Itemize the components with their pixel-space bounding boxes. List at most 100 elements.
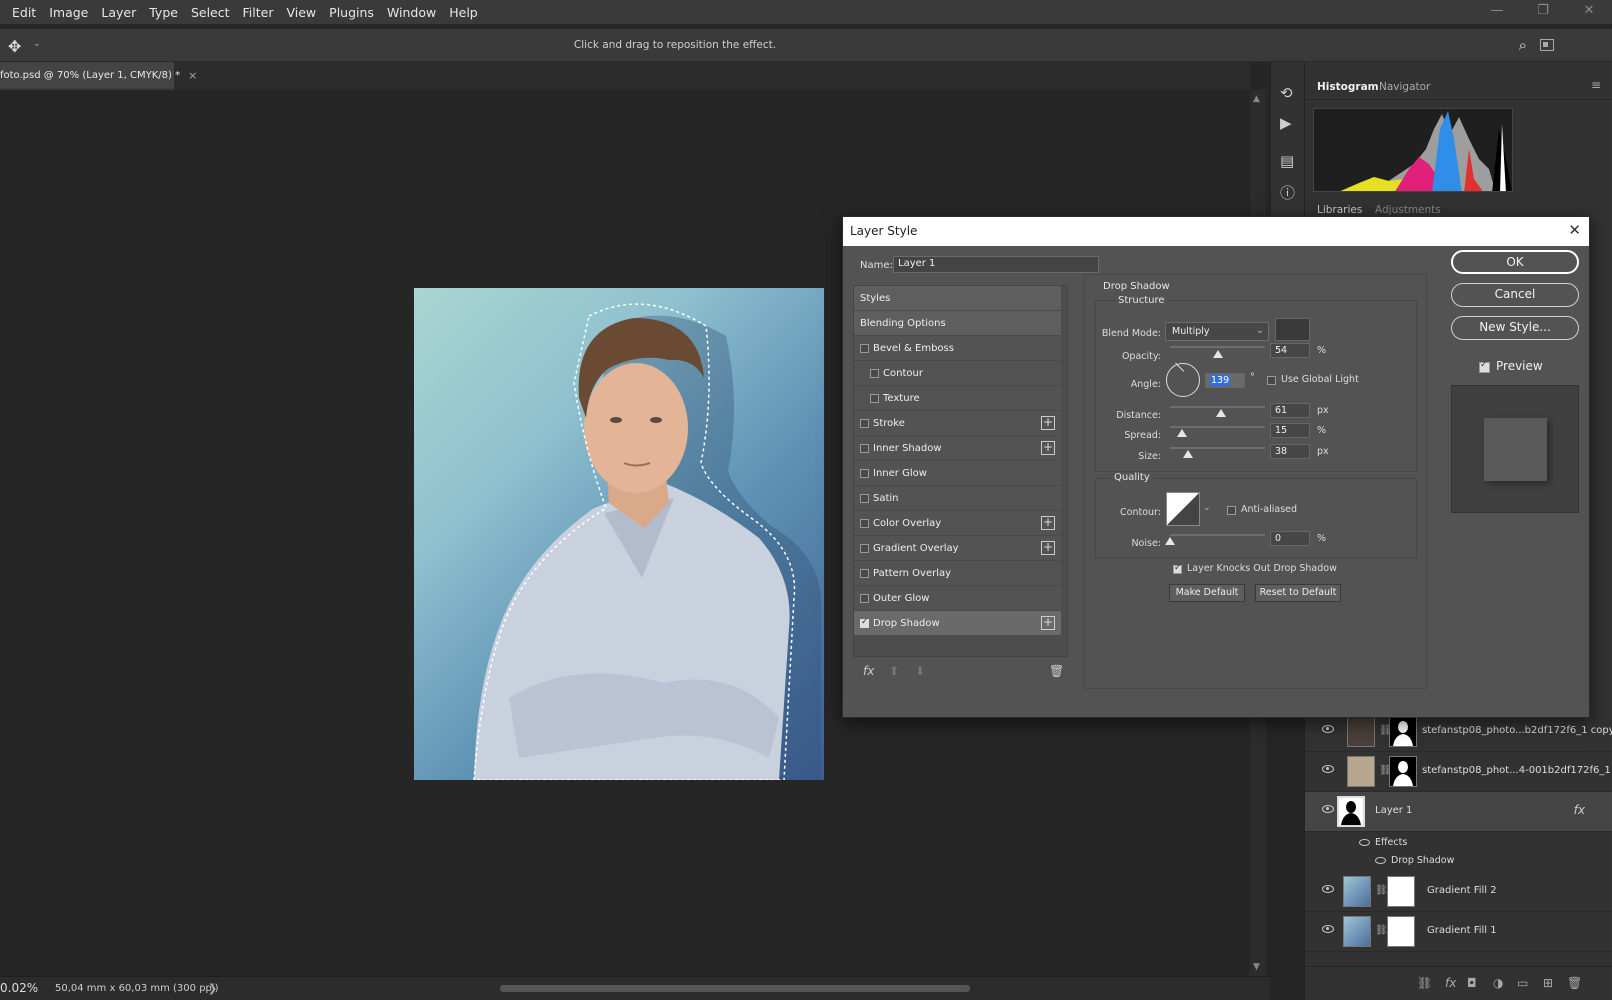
cancel-button[interactable]: Cancel xyxy=(1451,283,1579,307)
trash-icon[interactable]: 🗑 xyxy=(1049,664,1064,678)
style-item-outer-glow[interactable]: Outer Glow xyxy=(854,586,1061,611)
style-item-styles[interactable]: Styles xyxy=(854,286,1061,311)
reset-to-default-button[interactable]: Reset to Default xyxy=(1255,584,1341,602)
layer-row[interactable]: ⛓ stefanstp08_phot...4-001b2df172f6_1 xyxy=(1305,752,1612,792)
distance-field[interactable]: 61 xyxy=(1270,403,1310,418)
link-icon[interactable]: ⛓ xyxy=(1375,885,1388,896)
menu-view[interactable]: View xyxy=(286,5,316,20)
info-icon[interactable]: ⓘ xyxy=(1280,182,1295,203)
scroll-down-icon[interactable]: ▼ xyxy=(1253,962,1260,972)
ok-button[interactable]: OK xyxy=(1451,250,1579,274)
checkbox[interactable] xyxy=(860,519,869,528)
panel-menu-icon[interactable]: ≡ xyxy=(1591,78,1601,92)
menu-type[interactable]: Type xyxy=(149,5,178,20)
close-tab-icon[interactable]: × xyxy=(188,69,197,82)
layer-comps-icon[interactable]: ▤ xyxy=(1280,152,1294,170)
horizontal-scrollbar-thumb[interactable] xyxy=(500,985,970,992)
close-window-button[interactable]: ✕ xyxy=(1566,0,1612,24)
restore-button[interactable]: ❐ xyxy=(1520,0,1566,24)
layer-mask-thumbnail[interactable] xyxy=(1387,916,1415,947)
checkbox[interactable] xyxy=(860,569,869,578)
checkbox[interactable] xyxy=(870,369,879,378)
noise-slider-thumb[interactable] xyxy=(1165,537,1175,545)
angle-field[interactable]: 139 xyxy=(1205,373,1245,388)
size-slider-thumb[interactable] xyxy=(1183,450,1193,458)
style-item-gradient-overlay[interactable]: Gradient Overlay + xyxy=(854,536,1061,561)
fx-icon[interactable]: fx xyxy=(863,664,874,678)
workspace-icon[interactable] xyxy=(1540,39,1554,51)
layer-row-layer-1[interactable]: Layer 1 fx xyxy=(1305,792,1612,832)
menu-layer[interactable]: Layer xyxy=(101,5,136,20)
style-item-satin[interactable]: Satin xyxy=(854,486,1061,511)
checkbox[interactable] xyxy=(860,344,869,353)
visibility-eye-icon[interactable] xyxy=(1359,839,1370,846)
fx-icon[interactable]: fx xyxy=(1574,803,1585,817)
blend-mode-select[interactable]: Multiply ⌄ xyxy=(1165,322,1269,341)
effect-row-drop-shadow[interactable]: Drop Shadow xyxy=(1305,852,1612,870)
dialog-close-icon[interactable]: ✕ xyxy=(1568,221,1581,239)
distance-slider-thumb[interactable] xyxy=(1216,409,1226,417)
opacity-slider-thumb[interactable] xyxy=(1213,350,1223,358)
checkbox-checked[interactable] xyxy=(860,617,869,628)
menu-select[interactable]: Select xyxy=(191,5,230,20)
new-group-icon[interactable]: ▭ xyxy=(1517,976,1528,990)
noise-field[interactable]: 0 xyxy=(1270,531,1310,546)
layer-row[interactable]: ⛓ Gradient Fill 2 xyxy=(1305,872,1612,912)
link-layers-icon[interactable]: ⛓ xyxy=(1417,976,1432,990)
checkbox[interactable] xyxy=(860,444,869,453)
new-layer-icon[interactable]: ⊞ xyxy=(1543,976,1553,990)
checkbox[interactable] xyxy=(860,594,869,603)
menu-window[interactable]: Window xyxy=(387,5,436,20)
menu-edit[interactable]: Edit xyxy=(12,5,36,20)
style-item-stroke[interactable]: Stroke + xyxy=(854,411,1061,436)
add-style-icon[interactable]: fx xyxy=(1445,976,1456,990)
tab-adjustments[interactable]: Adjustments xyxy=(1375,204,1441,216)
effects-row[interactable]: Effects xyxy=(1305,834,1612,852)
minimize-button[interactable]: — xyxy=(1474,0,1520,24)
layer-mask-thumbnail[interactable] xyxy=(1387,876,1415,907)
add-mask-icon[interactable]: ◘ xyxy=(1467,976,1477,990)
tab-navigator[interactable]: Navigator xyxy=(1379,81,1430,93)
visibility-eye-icon[interactable] xyxy=(1322,885,1334,893)
contour-picker[interactable] xyxy=(1166,492,1200,526)
chevron-down-icon[interactable]: ⌄ xyxy=(1203,503,1211,513)
style-item-inner-glow[interactable]: Inner Glow xyxy=(854,461,1061,486)
zoom-level[interactable]: 0.02% xyxy=(0,981,38,995)
checkbox[interactable] xyxy=(860,419,869,428)
visibility-eye-icon[interactable] xyxy=(1322,805,1334,813)
dialog-titlebar[interactable]: Layer Style ✕ xyxy=(843,217,1589,246)
spread-slider-thumb[interactable] xyxy=(1177,429,1187,437)
layer-row[interactable]: ⛓ Gradient Fill 1 xyxy=(1305,912,1612,952)
name-field[interactable]: Layer 1 xyxy=(893,256,1099,273)
document-tab[interactable]: foto.psd @ 70% (Layer 1, CMYK/8) * × xyxy=(0,62,197,90)
shadow-color-swatch[interactable] xyxy=(1275,318,1310,341)
distance-slider[interactable] xyxy=(1170,406,1265,408)
layer-row[interactable]: ⛓ stefanstp08_photo...b2df172f6_1 copy xyxy=(1305,712,1612,752)
move-down-icon[interactable]: ⬇ xyxy=(915,664,925,678)
visibility-eye-icon[interactable] xyxy=(1322,925,1334,933)
style-item-bevel-emboss[interactable]: Bevel & Emboss xyxy=(854,336,1061,361)
layer-mask-thumbnail[interactable] xyxy=(1389,756,1417,787)
style-item-blending-options[interactable]: Blending Options xyxy=(854,311,1061,336)
delete-layer-icon[interactable]: 🗑 xyxy=(1567,976,1582,990)
menu-help[interactable]: Help xyxy=(449,5,478,20)
add-effect-icon[interactable]: + xyxy=(1041,541,1055,555)
checkbox[interactable] xyxy=(860,494,869,503)
menu-plugins[interactable]: Plugins xyxy=(329,5,374,20)
style-item-inner-shadow[interactable]: Inner Shadow + xyxy=(854,436,1061,461)
checkbox[interactable] xyxy=(860,544,869,553)
style-item-pattern-overlay[interactable]: Pattern Overlay xyxy=(854,561,1061,586)
spread-field[interactable]: 15 xyxy=(1270,423,1310,438)
document-image[interactable] xyxy=(414,288,824,780)
add-effect-icon[interactable]: + xyxy=(1041,616,1055,630)
style-item-drop-shadow[interactable]: Drop Shadow + xyxy=(854,611,1061,636)
use-global-light-checkbox[interactable] xyxy=(1267,376,1276,385)
add-effect-icon[interactable]: + xyxy=(1041,516,1055,530)
size-slider[interactable] xyxy=(1170,447,1265,449)
menu-image[interactable]: Image xyxy=(49,5,88,20)
spread-slider[interactable] xyxy=(1170,426,1265,428)
anti-aliased-checkbox[interactable] xyxy=(1227,506,1236,515)
add-effect-icon[interactable]: + xyxy=(1041,441,1055,455)
link-icon[interactable]: ⛓ xyxy=(1375,925,1388,936)
move-up-icon[interactable]: ⬆ xyxy=(889,664,899,678)
